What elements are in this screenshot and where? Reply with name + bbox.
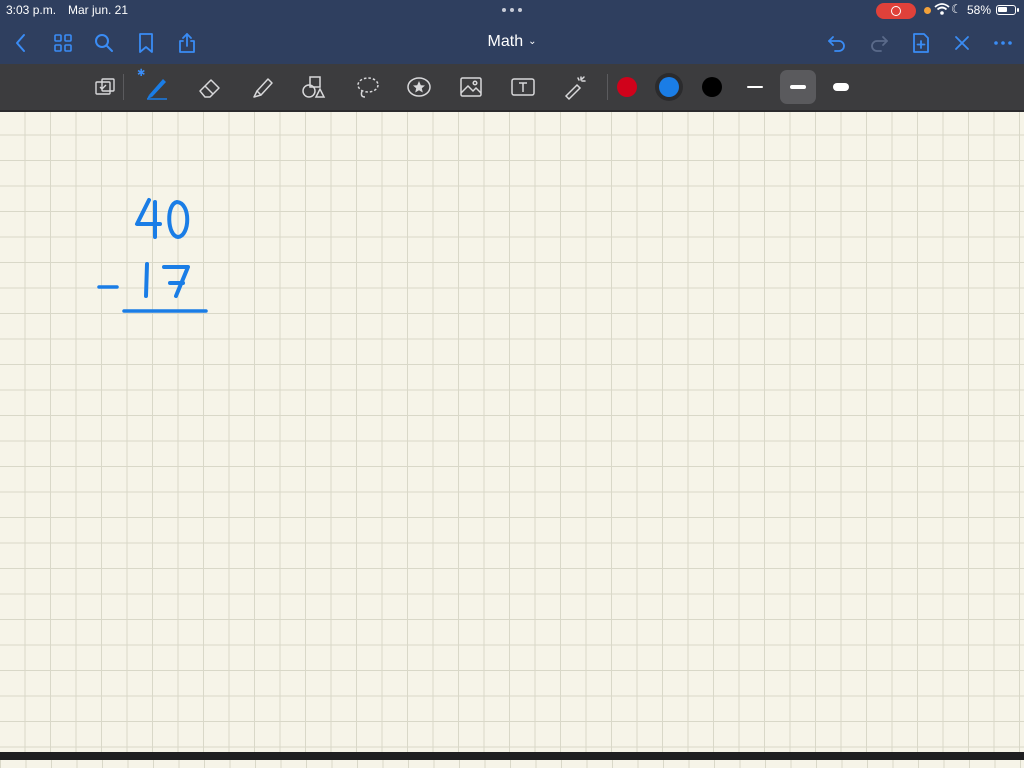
lasso-icon[interactable] [354,73,382,101]
handwritten-bottom-number: 17 [144,262,190,298]
eraser-icon[interactable] [196,73,224,101]
search-icon[interactable] [92,31,116,55]
bookmark-icon[interactable] [134,31,158,55]
status-time: 3:03 p.m. [6,3,57,17]
handwritten-top-number: 40 [135,198,190,239]
laser-pointer-icon[interactable] [561,73,589,101]
grid-icon[interactable] [51,31,75,55]
moon-icon: ☾ [951,2,962,16]
multitasking-dots-icon[interactable] [500,4,524,18]
bottom-separator [0,752,1024,760]
color-swatch-black[interactable] [702,77,722,97]
read-only-mode-icon[interactable] [91,73,119,101]
wifi-icon [934,2,950,19]
text-icon[interactable] [509,73,537,101]
redo-icon[interactable] [867,31,891,55]
stroke-width-thick[interactable] [823,70,859,104]
close-icon[interactable] [950,31,974,55]
highlighter-icon[interactable] [249,73,277,101]
shapes-icon[interactable] [300,73,328,101]
color-swatch-red[interactable] [617,77,637,97]
battery-percentage: 58% [967,3,992,17]
stroke-width-thin[interactable] [737,70,773,104]
screen-record-icon[interactable] [876,3,916,19]
elements-sticker-icon[interactable] [405,73,433,101]
navigation-bar: Math ⌄ [0,22,1024,64]
stroke-width-medium[interactable] [780,70,816,104]
microphone-indicator [924,7,931,14]
status-date: Mar jun. 21 [68,3,129,17]
image-icon[interactable] [457,73,485,101]
tool-bar: ✱ [0,64,1024,110]
undo-icon[interactable] [825,31,849,55]
color-swatch-selected-ring[interactable] [655,73,683,101]
handwritten-minus-sign: - [97,285,119,289]
battery-icon [996,5,1019,15]
chevron-down-icon: ⌄ [528,36,537,47]
share-icon[interactable] [175,31,199,55]
color-swatch-blue[interactable] [659,77,679,97]
toolbar-divider [123,74,124,100]
add-page-icon[interactable] [909,31,933,55]
pen-icon[interactable] [143,73,171,101]
more-icon[interactable] [991,31,1015,55]
back-chevron-icon[interactable] [9,31,33,55]
handwriting-layer: 40 - 17 [97,198,208,313]
next-page-preview[interactable] [0,760,1024,768]
document-title[interactable]: Math ⌄ [450,33,574,51]
toolbar-divider [607,74,608,100]
notebook-page-canvas[interactable]: 40 - 17 [0,110,1024,754]
status-bar: 3:03 p.m. Mar jun. 21 ☾ 58% [0,0,1024,22]
